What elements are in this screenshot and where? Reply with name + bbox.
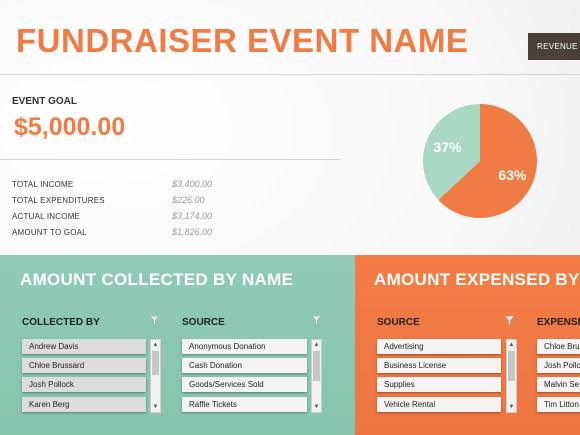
- actual-income-label: ACTUAL INCOME: [12, 212, 81, 221]
- list-item-expensed-by[interactable]: Josh Pollock: [537, 358, 580, 373]
- goal-progress-pie-chart: 63% 37%: [423, 104, 537, 218]
- total-expenditures-value: $226.00: [172, 195, 205, 205]
- list-item-collected-source[interactable]: Goods/Services Sold: [182, 377, 307, 392]
- list-item-collected-source[interactable]: Raffle Tickets: [182, 397, 307, 412]
- collected-source-scrollbar[interactable]: ▲ ▼: [311, 339, 322, 413]
- scroll-down-icon[interactable]: ▼: [312, 403, 321, 411]
- goal-divider: [0, 159, 340, 160]
- event-goal-label: EVENT GOAL: [12, 96, 78, 107]
- filter-icon[interactable]: [312, 316, 321, 325]
- amount-to-goal-value: $1,826.00: [172, 227, 213, 237]
- list-item-expensed-by[interactable]: Tim Litton: [537, 397, 580, 412]
- scroll-thumb[interactable]: [313, 351, 320, 381]
- revenue-tab-button[interactable]: REVENUE: [528, 33, 580, 60]
- list-item-expensed-source[interactable]: Business License: [377, 358, 501, 373]
- actual-income-value: $3,174.00: [172, 211, 213, 221]
- collected-by-header: COLLECTED BY: [22, 317, 100, 328]
- scroll-thumb[interactable]: [152, 351, 159, 375]
- collected-by-scrollbar[interactable]: ▲ ▼: [150, 339, 161, 413]
- expensed-source-scrollbar[interactable]: ▲ ▼: [506, 339, 517, 413]
- scroll-up-icon[interactable]: ▲: [507, 341, 516, 349]
- collected-panel-title: AMOUNT COLLECTED BY NAME: [20, 270, 294, 289]
- collected-source-header: SOURCE: [182, 317, 225, 328]
- list-item-collected-source[interactable]: Cash Donation: [182, 358, 307, 373]
- scroll-down-icon[interactable]: ▼: [151, 403, 160, 411]
- total-income-label: TOTAL INCOME: [12, 180, 74, 189]
- pie-slice-label-0: 63%: [498, 167, 527, 183]
- event-title: FUNDRAISER EVENT NAME: [16, 22, 469, 59]
- list-item-expensed-source[interactable]: Vehicle Rental: [377, 397, 501, 412]
- expensed-panel-title: AMOUNT EXPENSED BY: [374, 270, 580, 289]
- expensed-source-header: SOURCE: [377, 317, 420, 328]
- list-item-expensed-source[interactable]: Advertising: [377, 339, 501, 354]
- expensed-by-header: EXPENSED: [537, 317, 580, 328]
- total-income-value: $3,400.00: [172, 179, 213, 189]
- scroll-down-icon[interactable]: ▼: [507, 403, 516, 411]
- pie-slice-label-1: 37%: [434, 139, 463, 155]
- list-item-expensed-source[interactable]: Supplies: [377, 377, 501, 392]
- filter-icon[interactable]: [505, 316, 514, 325]
- list-item-collected-by[interactable]: Karen Berg: [22, 397, 146, 412]
- total-expenditures-label: TOTAL EXPENDITURES: [12, 196, 105, 205]
- scroll-thumb[interactable]: [508, 351, 515, 381]
- filter-icon[interactable]: [150, 316, 159, 325]
- amount-to-goal-label: AMOUNT TO GOAL: [12, 228, 87, 237]
- event-goal-value: $5,000.00: [14, 113, 126, 141]
- list-item-expensed-by[interactable]: Malvin Se: [537, 377, 580, 392]
- header-divider: [0, 74, 580, 75]
- list-item-collected-by[interactable]: Josh Pollock: [22, 377, 146, 392]
- scroll-up-icon[interactable]: ▲: [151, 341, 160, 349]
- list-item-collected-source[interactable]: Anonymous Donation: [182, 339, 307, 354]
- list-item-collected-by[interactable]: Andrew Davis: [22, 339, 146, 354]
- list-item-expensed-by[interactable]: Chloe Brussard: [537, 339, 580, 354]
- scroll-up-icon[interactable]: ▲: [312, 341, 321, 349]
- list-item-collected-by[interactable]: Chloe Brussard: [22, 358, 146, 373]
- dashboard: FUNDRAISER EVENT NAME REVENUE EVENT GOAL…: [0, 0, 580, 435]
